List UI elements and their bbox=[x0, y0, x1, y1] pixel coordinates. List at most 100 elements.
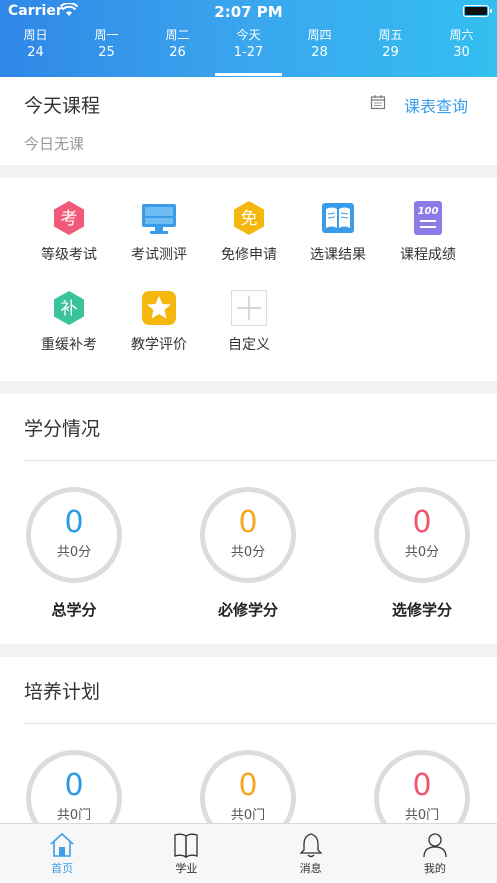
exam-icon: 考 bbox=[51, 200, 87, 236]
grid-item-level-exam[interactable]: 考 等级考试 bbox=[24, 200, 114, 264]
day-date: 29 bbox=[382, 45, 399, 60]
plan-ring-elective[interactable]: 0 共0门 bbox=[374, 750, 470, 823]
score-glyph: 100 bbox=[418, 206, 439, 217]
today-title: 今天课程 bbox=[24, 95, 101, 117]
grid-label: 免修申请 bbox=[221, 247, 277, 263]
grid-item-exempt[interactable]: 免 免修申请 bbox=[204, 200, 294, 264]
credits-card: 学分情况 0 共0分 总学分 0 共0分 必修学分 0 共0分 选修学分 bbox=[0, 394, 497, 644]
day-date: 1-27 bbox=[233, 45, 264, 60]
tab-study[interactable]: 学业 bbox=[124, 824, 248, 883]
tab-label: 首页 bbox=[51, 862, 74, 875]
status-bar: Carrier 2:07 PM bbox=[0, 0, 497, 24]
divider bbox=[24, 723, 497, 724]
ring-sub: 共0分 bbox=[230, 545, 266, 560]
grid-item-exam-eval[interactable]: 考试测评 bbox=[114, 200, 204, 264]
ring-value: 0 bbox=[238, 768, 258, 803]
plan-ring-total[interactable]: 0 共0门 bbox=[26, 750, 122, 823]
book-open-icon bbox=[174, 833, 199, 858]
day-2[interactable]: 周二 26 bbox=[142, 26, 213, 74]
day-label: 周日 bbox=[23, 28, 48, 42]
grid-item-teaching-eval[interactable]: 教学评价 bbox=[114, 290, 204, 354]
grid-item-course-result[interactable]: 选课结果 bbox=[293, 200, 383, 264]
exempt-glyph: 免 bbox=[241, 209, 258, 229]
ring-value: 0 bbox=[412, 768, 432, 803]
exam-glyph: 考 bbox=[61, 209, 78, 229]
ring-sub: 共0门 bbox=[404, 808, 440, 823]
battery-icon bbox=[463, 5, 492, 17]
total-credit-ring[interactable]: 0 共0分 bbox=[26, 487, 122, 583]
home-icon bbox=[50, 832, 74, 857]
grid-label: 课程成绩 bbox=[400, 247, 456, 263]
elective-credit-ring[interactable]: 0 共0分 bbox=[374, 487, 470, 583]
grid-label: 选课结果 bbox=[310, 247, 366, 263]
no-class-text: 今日无课 bbox=[24, 135, 85, 153]
tab-messages[interactable]: 消息 bbox=[249, 824, 373, 883]
ring-value: 0 bbox=[412, 505, 432, 540]
plan-title: 培养计划 bbox=[24, 681, 101, 703]
credits-title: 学分情况 bbox=[24, 418, 101, 440]
ring-label: 选修学分 bbox=[391, 601, 452, 619]
grid-label: 考试测评 bbox=[131, 247, 187, 263]
tab-bar: 首页 学业 消息 我的 bbox=[0, 823, 497, 883]
clock: 2:07 PM bbox=[214, 3, 283, 21]
makeup-icon: 补 bbox=[51, 290, 87, 326]
grid-label: 自定义 bbox=[228, 337, 270, 353]
schedule-query-link[interactable]: 课表查询 bbox=[404, 93, 468, 117]
ring-value: 0 bbox=[64, 768, 84, 803]
grid-item-course-score[interactable]: 100 课程成绩 bbox=[383, 200, 473, 264]
grid-label: 重缓补考 bbox=[41, 337, 97, 353]
divider bbox=[24, 460, 497, 461]
ring-label: 必修学分 bbox=[217, 601, 278, 619]
ring-label: 总学分 bbox=[51, 601, 97, 619]
grid-item-makeup-exam[interactable]: 补 重缓补考 bbox=[24, 290, 114, 354]
day-0[interactable]: 周日 24 bbox=[0, 26, 71, 74]
bell-icon bbox=[299, 833, 323, 858]
calendar-icon[interactable] bbox=[370, 94, 386, 114]
day-6[interactable]: 周六 30 bbox=[426, 26, 497, 74]
grid-label: 等级考试 bbox=[41, 247, 97, 263]
book-icon bbox=[320, 200, 356, 236]
day-label: 周二 bbox=[165, 28, 190, 42]
day-label: 周一 bbox=[94, 28, 119, 42]
today-courses-card: 今天课程 课表查询 今日无课 bbox=[0, 77, 497, 165]
function-grid: 考 等级考试 考试测评 免 免修申请 选课结果 100 课程成绩 补 重缓补考 bbox=[0, 178, 497, 381]
day-1[interactable]: 周一 25 bbox=[71, 26, 142, 74]
makeup-glyph: 补 bbox=[61, 299, 78, 319]
ring-value: 0 bbox=[64, 505, 84, 540]
required-credit-ring[interactable]: 0 共0分 bbox=[200, 487, 296, 583]
day-today[interactable]: 今天 1-27 bbox=[213, 26, 284, 76]
score-icon: 100 bbox=[410, 200, 446, 236]
grid-item-custom[interactable]: 自定义 bbox=[204, 290, 294, 354]
tab-label: 我的 bbox=[423, 862, 446, 875]
ring-sub: 共0分 bbox=[404, 545, 440, 560]
day-4[interactable]: 周四 28 bbox=[284, 26, 355, 74]
ring-sub: 共0分 bbox=[56, 545, 92, 560]
day-label: 周四 bbox=[307, 28, 332, 42]
grid-label: 教学评价 bbox=[131, 337, 187, 353]
star-icon bbox=[141, 290, 177, 326]
week-selector: 周日 24 周一 25 周二 26 今天 1-27 周四 28 周五 29 周六 30 bbox=[0, 26, 497, 76]
person-icon bbox=[423, 833, 447, 858]
ring-sub: 共0门 bbox=[56, 808, 92, 823]
exempt-icon: 免 bbox=[231, 200, 267, 236]
tab-label: 学业 bbox=[175, 862, 198, 875]
day-5[interactable]: 周五 29 bbox=[355, 26, 426, 74]
day-date: 25 bbox=[98, 45, 115, 60]
tab-home[interactable]: 首页 bbox=[0, 824, 124, 883]
plan-card: 培养计划 0 共0门 0 共0门 0 共0门 bbox=[0, 657, 497, 823]
plan-ring-required[interactable]: 0 共0门 bbox=[200, 750, 296, 823]
day-label: 周五 bbox=[378, 28, 403, 42]
day-date: 26 bbox=[169, 45, 186, 60]
ring-sub: 共0门 bbox=[230, 808, 266, 823]
day-date: 30 bbox=[453, 45, 470, 60]
plus-icon bbox=[231, 290, 267, 326]
tab-mine[interactable]: 我的 bbox=[373, 824, 497, 883]
tab-label: 消息 bbox=[299, 862, 322, 875]
day-label: 周六 bbox=[449, 28, 474, 42]
day-date: 24 bbox=[27, 45, 44, 60]
monitor-icon bbox=[141, 200, 177, 236]
day-label: 今天 bbox=[236, 28, 261, 42]
ring-value: 0 bbox=[238, 505, 258, 540]
day-date: 28 bbox=[311, 45, 328, 60]
header: Carrier 2:07 PM 周日 24 周一 25 周二 26 今天 1-27 周四… bbox=[0, 0, 497, 77]
